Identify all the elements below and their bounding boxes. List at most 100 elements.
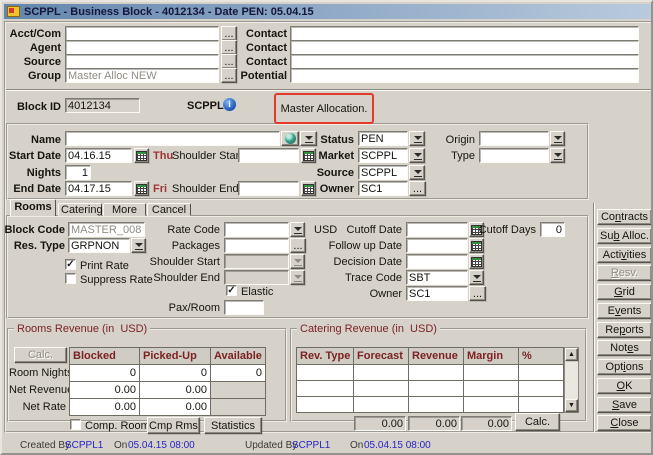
elastic-checkbox[interactable]: ✓ [226, 285, 237, 296]
options-button[interactable]: Options [597, 359, 652, 375]
cmp-rms-button[interactable]: Cmp Rms [147, 417, 200, 434]
info-icon[interactable]: i [223, 98, 236, 111]
tab-more[interactable]: More [103, 203, 146, 216]
business-block-window: SCPPL - Business Block - 4012134 - Date … [0, 0, 653, 455]
lov-dropdown-icon [294, 274, 301, 282]
notes-button[interactable]: Notes [597, 340, 652, 356]
catering-scrollbar[interactable]: ▲ ▼ [564, 347, 579, 413]
pax-room-field[interactable] [224, 300, 264, 315]
start-date-field[interactable]: 04.16.15 [65, 148, 132, 163]
updated-on-value: 05.04.15 08:00 [364, 440, 431, 451]
nights-label: Nights [2, 167, 61, 180]
potential-label: Potential [228, 70, 287, 83]
group-label: Group [2, 70, 61, 83]
close-button[interactable]: Close [597, 415, 652, 431]
owner2-field[interactable]: SC1 [406, 286, 468, 301]
rate-code-label: Rate Code [130, 224, 220, 237]
check-icon: ✓ [227, 285, 235, 296]
source-lov-button[interactable] [409, 165, 425, 180]
contact2-field[interactable] [290, 40, 639, 55]
shoulder-start-rate-label: Shoulder Start [130, 256, 220, 269]
followup-date-field[interactable] [406, 238, 468, 253]
events-button[interactable]: Events [597, 303, 652, 319]
tab-cancel[interactable]: Cancel [147, 203, 191, 216]
group-field[interactable]: Master Alloc NEW [65, 68, 219, 83]
source-field[interactable] [65, 54, 219, 69]
type-field[interactable] [479, 148, 549, 163]
ellipsis-icon: ... [293, 240, 302, 252]
lov-dropdown-icon [294, 258, 301, 266]
type-lov-button[interactable] [550, 148, 565, 163]
comp-rooms-checkbox[interactable] [70, 419, 81, 430]
ellipsis-icon: ... [473, 288, 482, 300]
print-rate-checkbox[interactable]: ✓ [65, 259, 76, 270]
created-on-value: 05.04.15 08:00 [128, 440, 195, 451]
packages-lookup-button[interactable]: ... [290, 238, 306, 253]
owner-field[interactable]: SC1 [358, 181, 408, 196]
check-icon: ✓ [66, 259, 74, 270]
source2-field[interactable]: SCPPL [358, 165, 408, 180]
catering-revenue-table: Rev. Type Forecast Revenue Margin % [296, 347, 564, 413]
end-date-field[interactable]: 04.17.15 [65, 181, 132, 196]
shoulder-end-rate-field [224, 270, 289, 285]
start-date-calendar-button[interactable] [134, 148, 149, 163]
origin-lov-button[interactable] [550, 131, 565, 146]
tab-catering[interactable]: Catering [58, 203, 102, 216]
shoulder-end-field[interactable] [238, 181, 299, 196]
net-rate-row-label: Net Rate [9, 401, 66, 414]
catering-calc-button[interactable]: Calc. [515, 413, 560, 431]
name-input[interactable] [65, 131, 280, 146]
rooms-revenue-table: Blocked Picked-Up Available 0 0 0 0.00 0… [69, 347, 266, 416]
contact3-field[interactable] [290, 54, 639, 69]
activities-button[interactable]: Activities [597, 247, 652, 263]
decision-date-calendar-button[interactable] [469, 254, 484, 269]
shoulder-start-field[interactable] [238, 148, 299, 163]
scroll-down-button[interactable]: ▼ [565, 399, 578, 412]
status-field[interactable]: PEN [358, 131, 408, 146]
table-cell: 0 [140, 365, 210, 381]
scroll-up-button[interactable]: ▲ [565, 348, 578, 361]
save-button[interactable]: Save [597, 397, 652, 413]
catering-revenue-group: Catering Revenue (in USD) Rev. Type Fore… [290, 323, 587, 422]
margin-total-field: 0.00 [461, 416, 512, 431]
owner2-lookup-button[interactable]: ... [469, 286, 486, 301]
owner-lookup-button[interactable]: ... [409, 181, 426, 196]
sub-alloc-button[interactable]: Sub Alloc. [597, 228, 652, 244]
potential-field[interactable] [290, 68, 639, 83]
type-label: Type [416, 150, 475, 163]
statistics-button[interactable]: Statistics [204, 417, 262, 434]
contact1-field[interactable] [290, 26, 639, 41]
agent-field[interactable] [65, 40, 219, 55]
market-field[interactable]: SCPPL [358, 148, 408, 163]
decision-date-field[interactable] [406, 254, 468, 269]
acct-com-field[interactable] [65, 26, 219, 41]
rooms-calc-button: Calc. [14, 347, 67, 363]
tab-rooms[interactable]: Rooms [10, 199, 56, 216]
block-id-field: 4012134 [65, 98, 140, 113]
end-date-calendar-button[interactable] [134, 181, 149, 196]
annotation-text: Master Allocation. [281, 103, 368, 115]
reports-button[interactable]: Reports [597, 322, 652, 338]
trace-code-label: Trace Code [310, 272, 402, 285]
owner-label: Owner [295, 183, 354, 196]
res-type-field[interactable]: GRPNON [68, 238, 130, 253]
origin-field[interactable] [479, 131, 549, 146]
contracts-button[interactable]: Contracts [597, 209, 652, 225]
rate-code-lov-button[interactable] [290, 222, 305, 237]
trace-code-lov-button[interactable] [469, 270, 484, 285]
trace-code-field[interactable]: SBT [406, 270, 468, 285]
packages-field[interactable] [224, 238, 289, 253]
column-header: Revenue [409, 348, 463, 364]
separator [6, 89, 651, 91]
nights-field[interactable]: 1 [65, 165, 91, 180]
rate-code-field[interactable] [224, 222, 289, 237]
suppress-rate-checkbox[interactable] [65, 273, 76, 284]
followup-date-calendar-button[interactable] [469, 238, 484, 253]
ok-button[interactable]: OK [597, 378, 652, 394]
start-day-label: Thu [153, 150, 173, 163]
cutoff-days-field[interactable]: 0 [540, 222, 565, 237]
catering-revenue-title: Catering Revenue (in USD) [297, 323, 440, 335]
title-bar: SCPPL - Business Block - 4012134 - Date … [4, 4, 653, 19]
market-label: Market [295, 150, 354, 163]
grid-button[interactable]: Grid [597, 284, 652, 300]
